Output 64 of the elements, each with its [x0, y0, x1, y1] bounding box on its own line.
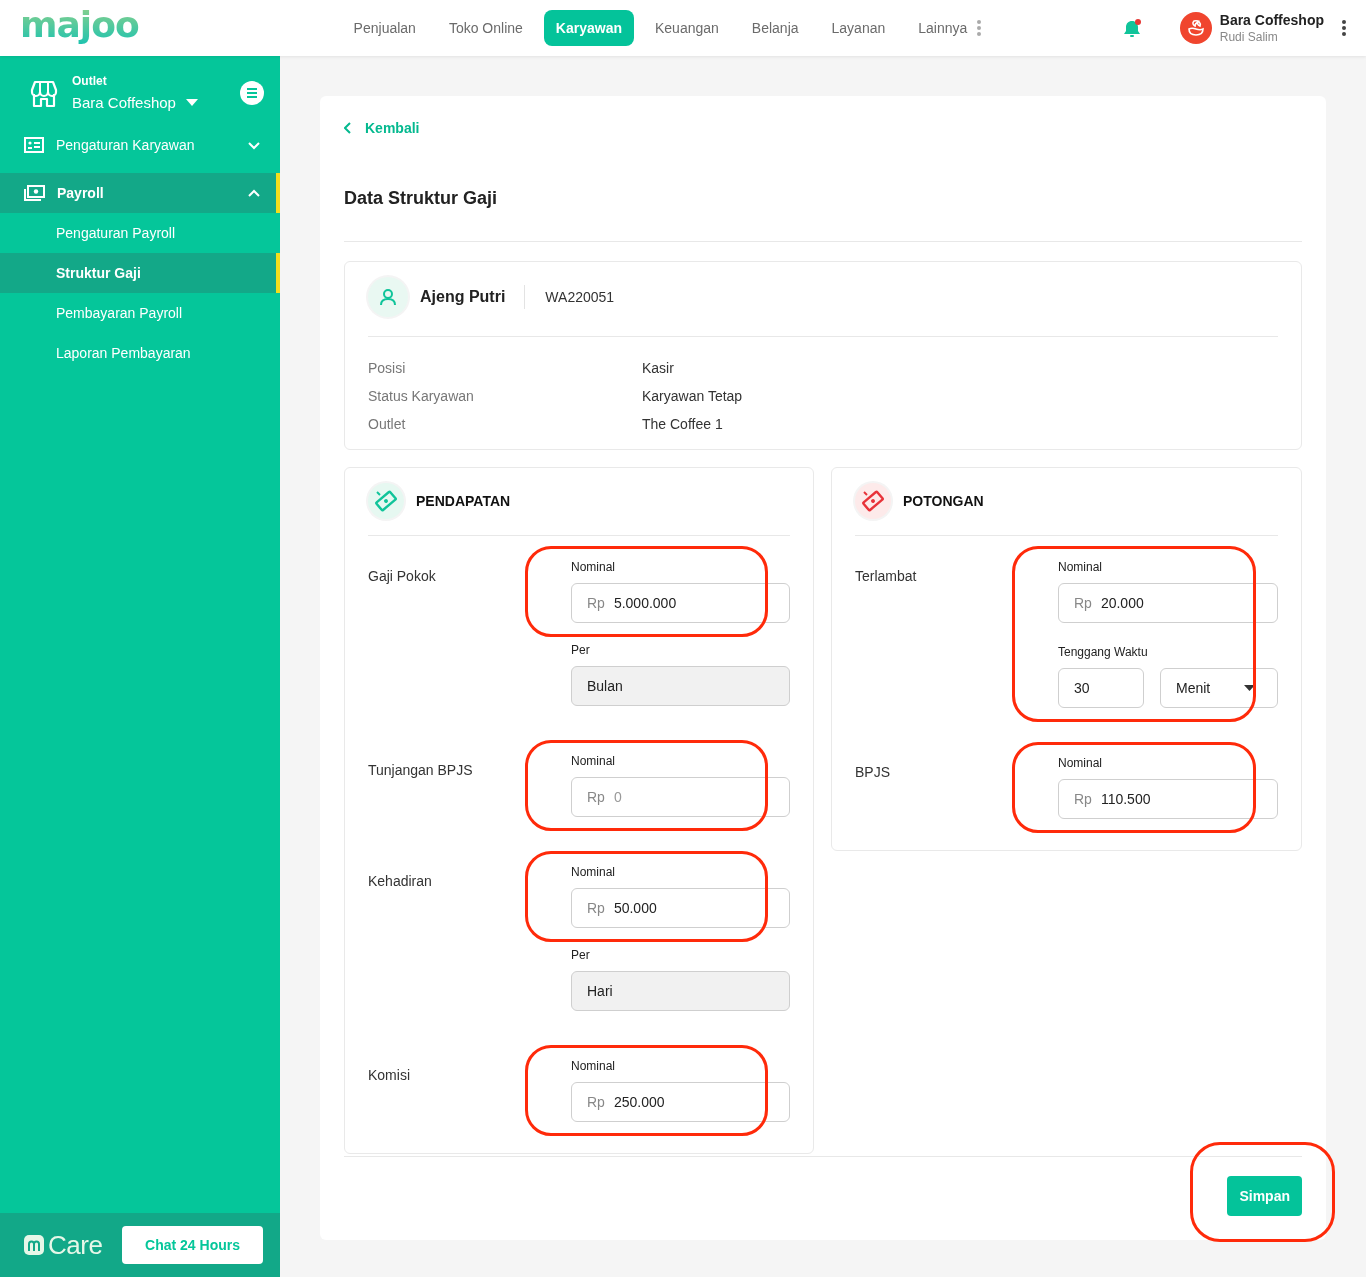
detail-value: The Coffee 1	[642, 415, 724, 434]
cash-tag-icon	[862, 490, 884, 512]
component-label: Komisi	[368, 1067, 411, 1085]
detail-label: Status Karyawan	[368, 387, 475, 406]
store-avatar-icon[interactable]	[1179, 12, 1212, 44]
field-label: Nominal	[1058, 560, 1103, 575]
employee-name: Ajeng Putri	[420, 285, 526, 309]
nav-tab[interactable]: Lainnya	[906, 10, 994, 46]
field-label: Nominal	[571, 865, 616, 880]
component-label: BPJS	[855, 764, 891, 782]
more-icon[interactable]	[1342, 20, 1346, 36]
number-field[interactable]: 30	[1058, 668, 1144, 708]
period-field[interactable]: Hari	[571, 971, 790, 1011]
detail-value: Kasir	[642, 359, 675, 378]
more-icon	[977, 20, 982, 36]
sidebar-item[interactable]: Payroll	[0, 173, 280, 213]
period-field[interactable]: Bulan	[571, 666, 790, 706]
nominal-field[interactable]: Rp 250.000	[571, 1082, 790, 1122]
component-label: Gaji Pokok	[368, 568, 437, 586]
id-card-icon	[24, 137, 44, 153]
account-name: Bara Coffeshop	[1219, 12, 1324, 28]
chevron-icon	[248, 188, 260, 198]
nav-tab[interactable]: Toko Online	[436, 10, 535, 46]
section-title: PENDAPATAN	[416, 493, 511, 509]
field-label: Tenggang Waktu	[1058, 645, 1149, 660]
care-logo-icon	[24, 1235, 44, 1255]
nominal-field[interactable]: Rp 20.000	[1058, 583, 1278, 623]
component-label: Tunjangan BPJS	[368, 762, 474, 780]
field-label: Nominal	[571, 560, 616, 575]
sidebar-subitem[interactable]: Struktur Gaji	[0, 253, 280, 293]
employee-code: WA220051	[545, 289, 615, 305]
field-label: Per	[571, 643, 591, 658]
nav-tab[interactable]: Penjualan	[341, 10, 428, 46]
user-icon	[380, 288, 396, 306]
detail-label: Outlet	[368, 415, 407, 434]
care-label: Care	[48, 1229, 103, 1261]
section-title: POTONGAN	[903, 493, 984, 509]
field-label: Per	[571, 948, 591, 963]
page-title: Data Struktur Gaji	[344, 187, 499, 210]
nav-tab[interactable]: Layanan	[819, 10, 898, 46]
outlet-label: Outlet	[72, 74, 108, 88]
field-label: Nominal	[571, 754, 616, 769]
caret-icon	[185, 99, 198, 106]
nominal-field[interactable]: Rp 5.000.000	[571, 583, 790, 623]
cash-icon	[24, 185, 45, 201]
cash-tag-icon	[375, 490, 397, 512]
unit-dropdown[interactable]: Menit	[1160, 668, 1278, 708]
component-label: Terlambat	[855, 568, 918, 586]
nav-tab[interactable]: Belanja	[739, 10, 811, 46]
bell-icon[interactable]	[1122, 18, 1142, 38]
component-label: Kehadiran	[368, 873, 433, 891]
caret-icon	[1244, 685, 1255, 691]
detail-label: Posisi	[368, 359, 407, 378]
account-user: Rudi Salim	[1219, 30, 1279, 44]
chevron-icon	[248, 140, 260, 150]
field-label: Nominal	[571, 1059, 616, 1074]
nominal-field[interactable]: Rp 0	[571, 777, 790, 817]
nav-tab[interactable]: Keuangan	[643, 10, 731, 46]
detail-value: Karyawan Tetap	[642, 387, 744, 406]
nominal-field[interactable]: Rp 50.000	[571, 888, 790, 928]
menu-icon[interactable]	[240, 80, 264, 105]
field-label: Nominal	[1058, 756, 1103, 771]
chevron-left-icon	[344, 122, 351, 134]
nominal-field[interactable]: Rp 110.500	[1058, 779, 1278, 819]
